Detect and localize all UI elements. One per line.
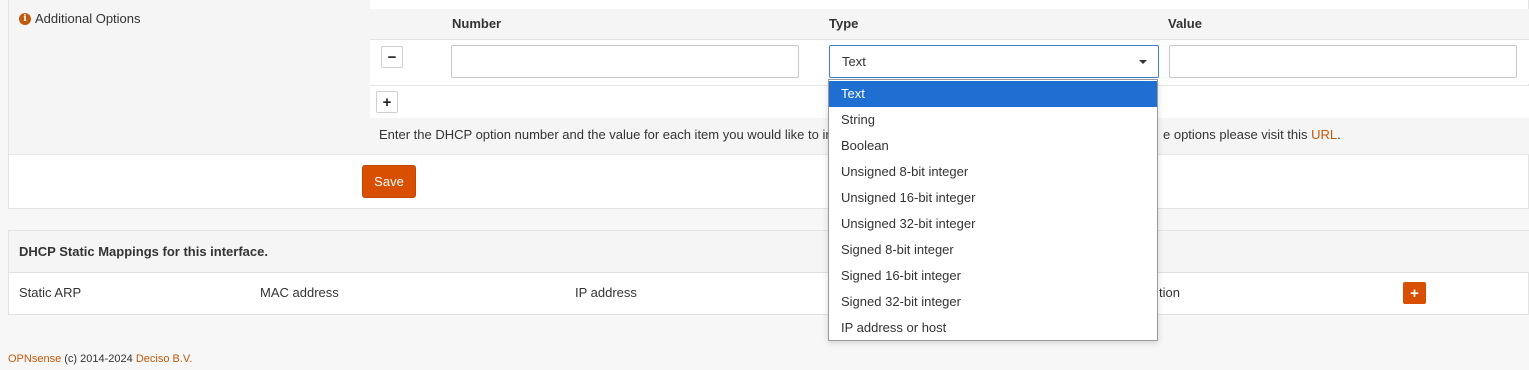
dropdown-option[interactable]: Boolean <box>829 133 1157 159</box>
column-value: Value <box>1168 16 1202 31</box>
static-mappings-header: DHCP Static Mappings for this interface. <box>9 231 1529 273</box>
plus-icon: + <box>382 93 392 111</box>
type-dropdown-menu: Text String Boolean Unsigned 8-bit integ… <box>828 79 1158 341</box>
option-row: − Text <box>370 40 1529 84</box>
info-icon[interactable]: i <box>19 12 31 25</box>
options-grid-header: Number Type Value <box>370 9 1529 40</box>
help-url-link[interactable]: URL <box>1311 127 1337 142</box>
dropdown-option[interactable]: String <box>829 107 1157 133</box>
column-description: tion <box>1159 285 1180 300</box>
static-mappings-panel: DHCP Static Mappings for this interface.… <box>8 230 1529 315</box>
column-number: Number <box>452 16 502 31</box>
plus-icon: + <box>1410 284 1419 302</box>
column-mac-address: MAC address <box>260 285 339 300</box>
additional-options-text: Additional Options <box>35 11 141 26</box>
save-button[interactable]: Save <box>362 165 416 198</box>
dropdown-option[interactable]: Text <box>829 81 1157 107</box>
help-text: Enter the DHCP option number and the val… <box>379 127 833 142</box>
minus-icon: − <box>387 48 397 66</box>
column-type: Type <box>829 16 859 31</box>
column-static-arp: Static ARP <box>19 285 82 300</box>
dropdown-option[interactable]: IP address or host <box>829 315 1157 341</box>
dropdown-option[interactable]: Unsigned 16-bit integer <box>829 185 1157 211</box>
footer: OPNsense (c) 2014-2024 Deciso B.V. <box>8 353 192 365</box>
caret-down-icon <box>1139 60 1147 64</box>
additional-options-panel: i Additional Options Number Type Value −… <box>8 0 1529 209</box>
footer-brand-link[interactable]: OPNsense <box>8 353 61 365</box>
static-mappings-title: DHCP Static Mappings for this interface. <box>19 244 268 259</box>
dropdown-option[interactable]: Signed 32-bit integer <box>829 289 1157 315</box>
help-text-continued: e options please visit this URL. <box>1163 127 1341 142</box>
dropdown-option[interactable]: Signed 16-bit integer <box>829 263 1157 289</box>
divider <box>9 154 1529 155</box>
add-mapping-button[interactable]: + <box>1403 282 1426 304</box>
option-type-select[interactable]: Text <box>829 45 1159 78</box>
additional-options-label[interactable]: i Additional Options <box>19 11 141 26</box>
column-ip-address: IP address <box>575 285 637 300</box>
dropdown-option[interactable]: Unsigned 8-bit integer <box>829 159 1157 185</box>
option-type-value: Text <box>842 54 866 69</box>
footer-copyright: (c) 2014-2024 <box>61 353 136 365</box>
footer-company-link[interactable]: Deciso B.V. <box>136 353 192 365</box>
option-number-input[interactable] <box>451 45 799 78</box>
remove-row-button[interactable]: − <box>381 46 403 68</box>
option-value-input[interactable] <box>1169 45 1517 78</box>
add-row-button[interactable]: + <box>376 91 398 113</box>
dropdown-option[interactable]: Signed 8-bit integer <box>829 237 1157 263</box>
dropdown-option[interactable]: Unsigned 32-bit integer <box>829 211 1157 237</box>
